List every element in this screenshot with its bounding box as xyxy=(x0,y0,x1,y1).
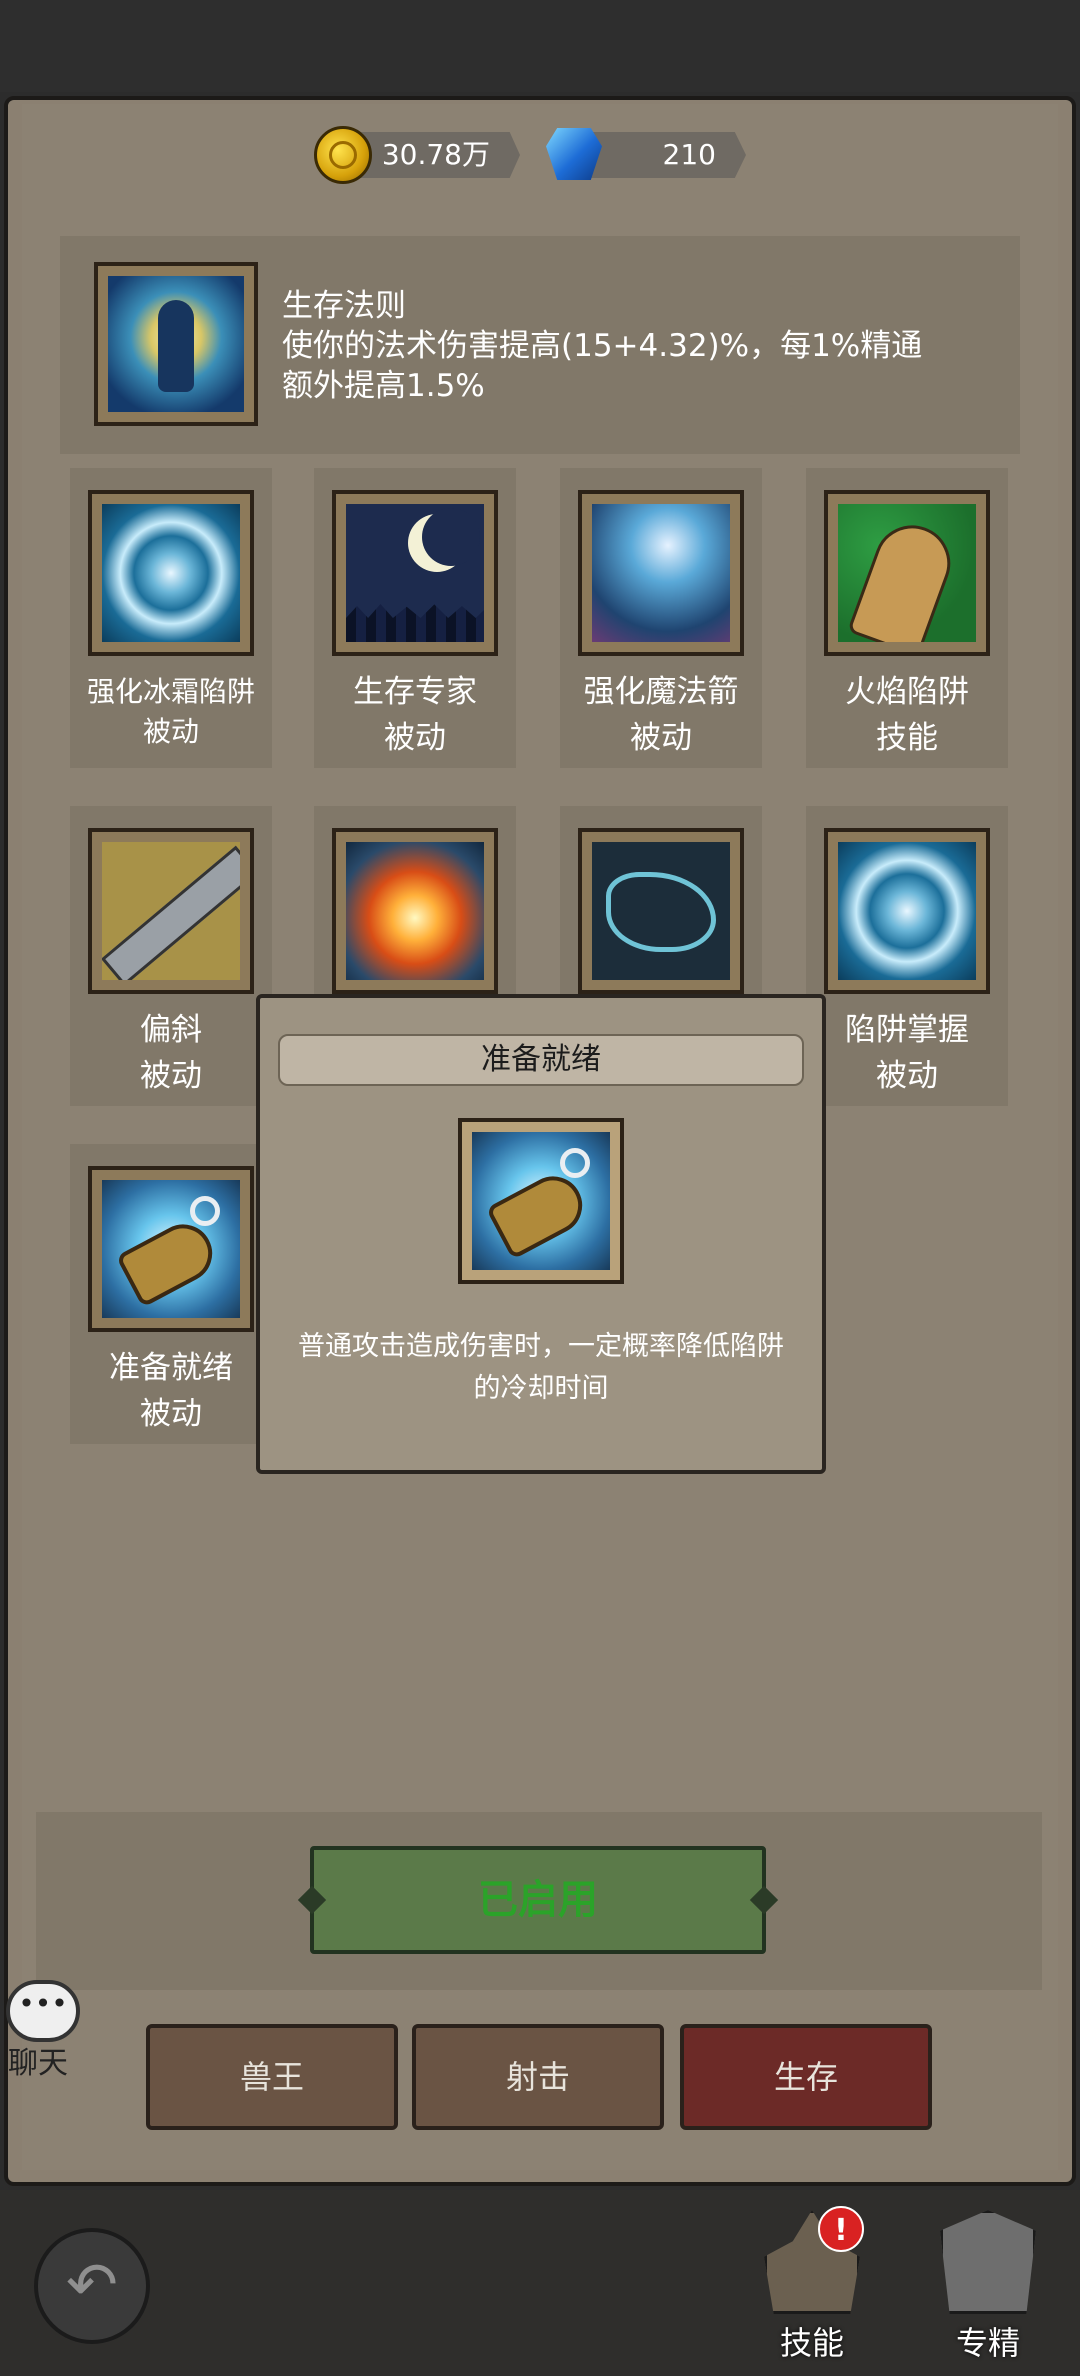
skill-type: 被动 xyxy=(142,715,199,748)
selected-skill-card: 生存法则 使你的法术伤害提高(15+4.32)%，每1%精通 额外提高1.5% xyxy=(60,236,1020,454)
skill-type: 被动 xyxy=(384,720,446,756)
selected-skill-icon-frame xyxy=(94,262,258,426)
selected-skill-description: 使你的法术伤害提高(15+4.32)%，每1%精通 额外提高1.5% xyxy=(282,328,923,404)
tab-marksmanship[interactable]: 射击 xyxy=(412,2024,664,2130)
popup-description: 普通攻击造成伤害时，一定概率降低陷阱 的冷却时间 xyxy=(298,1331,784,1404)
tab-beast-master[interactable]: 兽王 xyxy=(146,2024,398,2130)
beast-icon xyxy=(592,842,730,980)
nav-specialization[interactable]: 专精 xyxy=(928,2210,1048,2370)
specialization-crest-icon xyxy=(940,2210,1036,2314)
gold-coin-icon xyxy=(314,126,372,184)
whistle-icon xyxy=(102,1180,240,1318)
sword-icon xyxy=(102,842,240,980)
skill-cell-8[interactable]: 陷阱掌握 被动 xyxy=(806,806,1008,1106)
moon-night-icon xyxy=(346,504,484,642)
whistle-icon xyxy=(472,1132,610,1270)
alert-badge-icon: ! xyxy=(818,2206,864,2252)
popup-title: 准备就绪 xyxy=(278,1034,804,1086)
chat-bubble-icon[interactable]: ••• xyxy=(6,1980,80,2042)
nav-skills[interactable]: 技能 ! xyxy=(752,2206,872,2370)
skill-tooltip-popup: 准备就绪 普通攻击造成伤害时，一定概率降低陷阱 的冷却时间 xyxy=(256,994,826,1474)
skill-type: 被动 xyxy=(630,720,692,756)
skill-cell-4[interactable]: 火焰陷阱 技能 xyxy=(806,468,1008,768)
blast-icon xyxy=(346,842,484,980)
nav-spec-label: 专精 xyxy=(955,2324,1020,2362)
selected-skill-name: 生存法则 xyxy=(282,288,406,324)
skill-type: 被动 xyxy=(876,1058,938,1094)
bottom-nav: ↶ 技能 ! 专精 xyxy=(0,2190,1080,2376)
frost-vortex-icon xyxy=(102,504,240,642)
skill-name: 准备就绪 xyxy=(109,1350,233,1386)
skill-cell-1[interactable]: 强化冰霜陷阱 被动 xyxy=(70,468,272,768)
skill-cell-3[interactable]: 强化魔法箭 被动 xyxy=(560,468,762,768)
skill-name: 火焰陷阱 xyxy=(845,674,969,710)
skill-type: 被动 xyxy=(140,1058,202,1094)
skill-name: 偏斜 xyxy=(140,1012,202,1048)
skill-cell-5[interactable]: 偏斜 被动 xyxy=(70,806,272,1106)
glowing-figure-icon xyxy=(108,276,244,412)
nav-skills-label: 技能 xyxy=(779,2324,844,2362)
enable-panel: 已启用 xyxy=(36,1812,1042,1990)
skill-type: 被动 xyxy=(140,1396,202,1432)
skill-name: 强化魔法箭 xyxy=(583,674,739,710)
back-arrow-icon[interactable]: ↶ xyxy=(34,2228,150,2344)
top-bar xyxy=(0,0,1080,92)
skill-cell-2[interactable]: 生存专家 被动 xyxy=(314,468,516,768)
enabled-button[interactable]: 已启用 xyxy=(310,1846,766,1954)
chat-label[interactable]: 聊天 xyxy=(8,2038,68,2082)
skill-name: 生存专家 xyxy=(353,674,477,710)
frost-vortex-icon xyxy=(838,842,976,980)
skill-name: 陷阱掌握 xyxy=(845,1012,969,1048)
magic-arrow-icon xyxy=(592,504,730,642)
skill-cell-9[interactable]: 准备就绪 被动 xyxy=(70,1144,272,1444)
skill-name: 强化冰霜陷阱 xyxy=(86,675,255,708)
skill-type: 技能 xyxy=(876,720,938,756)
hand-icon xyxy=(838,504,976,642)
gold-amount: 30.78万 xyxy=(348,132,520,178)
tab-survival[interactable]: 生存 xyxy=(680,2024,932,2130)
